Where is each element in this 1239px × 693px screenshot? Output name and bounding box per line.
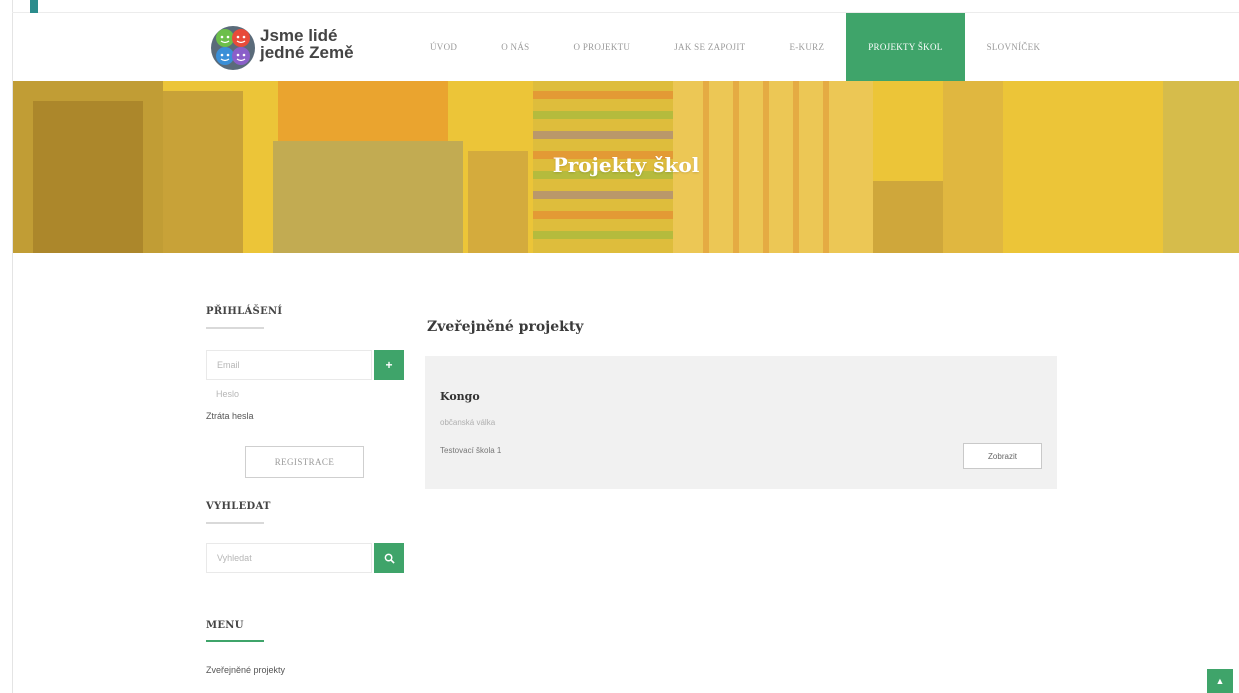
main-nav: ÚVOD O NÁS O PROJEKTU JAK SE ZAPOJIT E-K… <box>408 13 1062 81</box>
nav-item-e-kurz[interactable]: E-KURZ <box>767 13 846 81</box>
login-heading: PŘIHLÁŠENÍ <box>206 306 283 317</box>
nav-item-jak-se-zapojit[interactable]: JAK SE ZAPOJIT <box>652 13 767 81</box>
nav-item-projekty-skol[interactable]: PROJEKTY ŠKOL <box>846 13 965 81</box>
chevron-up-icon: ▲ <box>1215 676 1225 686</box>
lost-password-link[interactable]: Ztráta hesla <box>206 411 254 421</box>
view-project-button[interactable]: Zobrazit <box>963 443 1042 469</box>
project-school: Testovací škola 1 <box>440 446 502 455</box>
section-title: Zveřejněné projekty <box>427 319 584 335</box>
search-input[interactable]: Vyhledat <box>206 543 372 573</box>
scroll-to-top-button[interactable]: ▲ <box>1207 669 1233 693</box>
hero-banner: Projekty škol <box>13 81 1239 253</box>
logo-text: Jsme lidé jedné Země <box>260 27 354 61</box>
login-submit-button[interactable]: + <box>374 350 404 380</box>
four-faces-globe-logo-icon <box>211 26 255 70</box>
menu-heading-rule <box>206 640 264 642</box>
site-logo[interactable]: Jsme lidé jedné Země <box>208 21 378 75</box>
login-heading-rule <box>206 327 264 329</box>
nav-item-o-nas[interactable]: O NÁS <box>479 13 551 81</box>
search-heading-rule <box>206 522 264 524</box>
email-field[interactable]: Email <box>206 350 372 380</box>
nav-item-o-projektu[interactable]: O PROJEKTU <box>551 13 652 81</box>
logo-line-2: jedné Země <box>260 43 354 62</box>
search-heading: VYHLEDAT <box>206 501 271 512</box>
nav-item-slovnicek[interactable]: SLOVNÍČEK <box>965 13 1063 81</box>
page-title: Projekty škol <box>552 153 700 177</box>
project-card: Kongo občanská válka Testovací škola 1 Z… <box>425 356 1057 489</box>
menu-item-zverejnene-projekty[interactable]: Zveřejněné projekty <box>206 665 285 675</box>
logo-line-1: Jsme lidé <box>260 26 338 45</box>
register-button[interactable]: REGISTRACE <box>245 446 364 478</box>
site-header: Jsme lidé jedné Země ÚVOD O NÁS O PROJEK… <box>13 13 1239 81</box>
search-button[interactable] <box>374 543 404 573</box>
project-subtitle: občanská válka <box>440 418 496 427</box>
project-title: Kongo <box>440 390 480 403</box>
nav-item-uvod[interactable]: ÚVOD <box>408 13 479 81</box>
password-field[interactable]: Heslo <box>206 380 372 410</box>
plus-icon: + <box>385 358 393 372</box>
menu-heading: MENU <box>206 620 244 631</box>
search-icon <box>384 553 395 564</box>
